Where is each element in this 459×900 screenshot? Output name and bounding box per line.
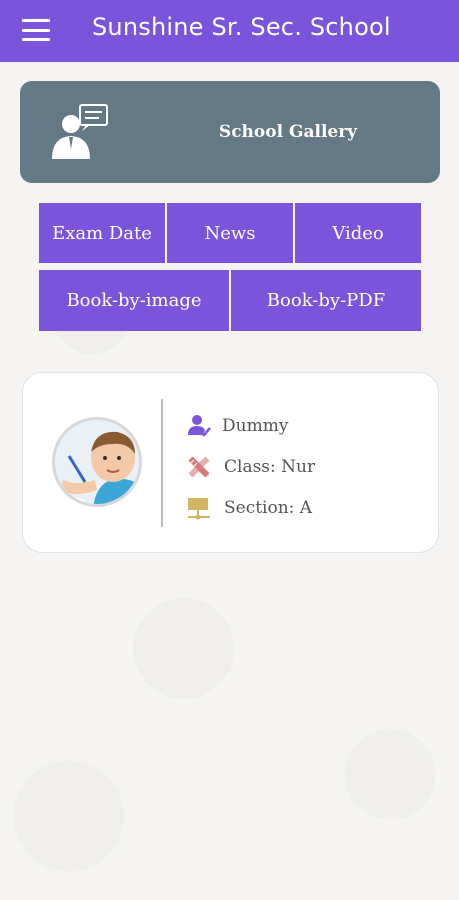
school-gallery-card[interactable]: School Gallery — [20, 81, 440, 183]
app-title: Sunshine Sr. Sec. School — [92, 13, 391, 41]
news-button[interactable]: News — [167, 203, 293, 263]
student-section: Section: A — [224, 498, 313, 518]
book-by-image-button[interactable]: Book-by-image — [39, 270, 229, 331]
student-name: Dummy — [222, 416, 289, 436]
avatar — [52, 417, 142, 507]
school-gallery-label: School Gallery — [218, 122, 358, 142]
book-by-pdf-button[interactable]: Book-by-PDF — [231, 270, 421, 331]
pencil-ruler-icon — [188, 456, 210, 478]
student-class-row: Class: Nur — [186, 454, 315, 480]
presenter-speech-icon — [52, 104, 108, 159]
student-name-row: Dummy — [186, 413, 288, 439]
profile-divider — [161, 399, 163, 527]
user-check-icon — [188, 415, 211, 437]
student-section-row: Section: A — [186, 495, 312, 521]
student-class: Class: Nur — [224, 457, 316, 477]
exam-date-button[interactable]: Exam Date — [39, 203, 165, 263]
hamburger-menu-icon[interactable] — [22, 17, 50, 43]
app-bar: Sunshine Sr. Sec. School — [0, 0, 459, 62]
board-icon — [188, 498, 210, 520]
video-button[interactable]: Video — [295, 203, 421, 263]
student-photo — [55, 420, 139, 504]
student-profile-card: Dummy Class: Nur Section: A — [22, 372, 439, 553]
